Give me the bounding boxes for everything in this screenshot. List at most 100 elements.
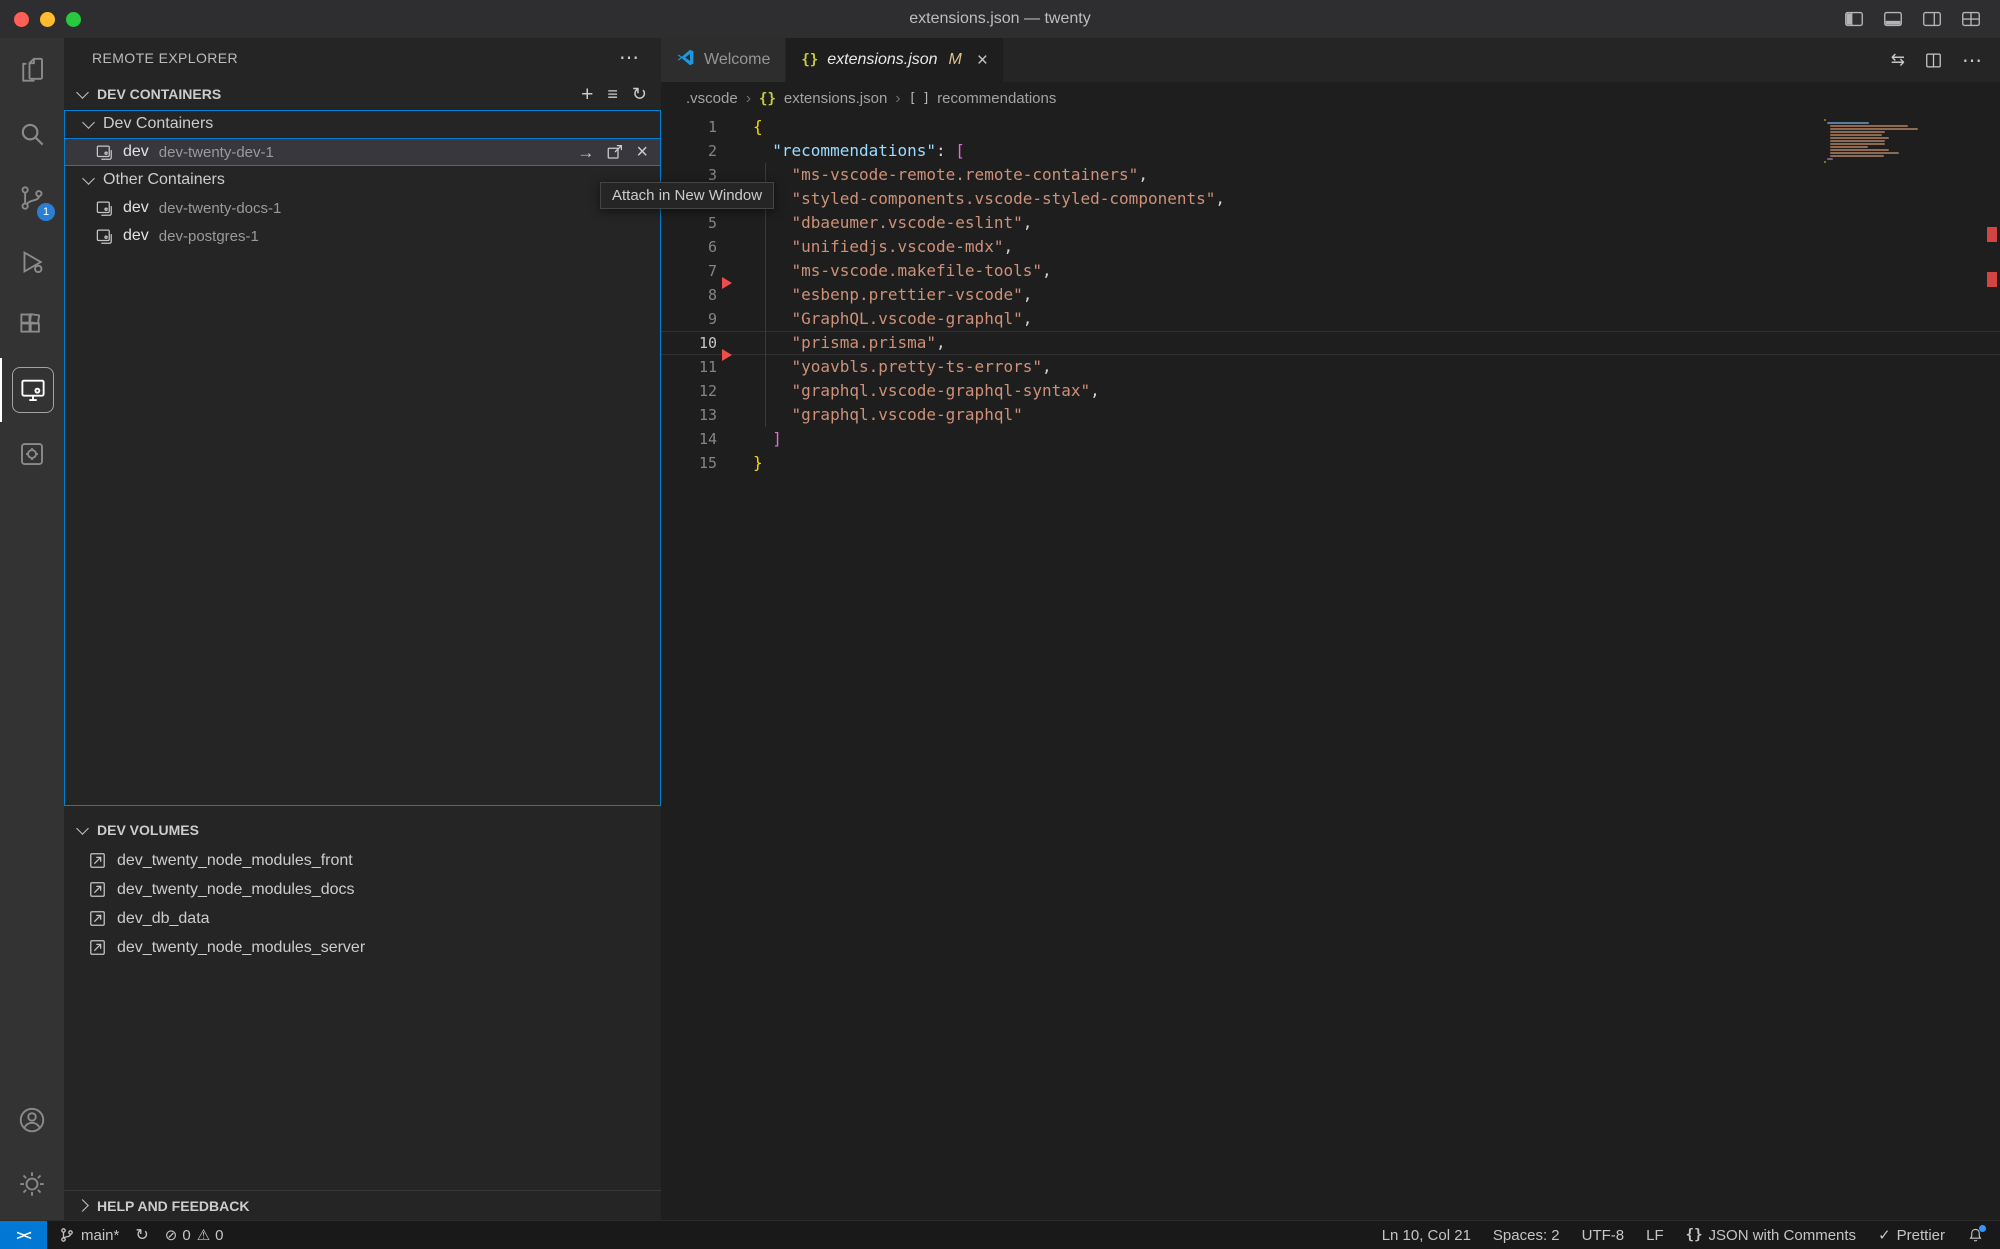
breadcrumb-symbol[interactable]: recommendations <box>937 90 1056 107</box>
minimap-line <box>1830 143 1885 145</box>
code-line[interactable]: 11 "yoavbls.pretty-ts-errors", <box>661 355 2000 379</box>
code-line[interactable]: 7 "ms-vscode.makefile-tools", <box>661 259 2000 283</box>
eol-setting[interactable]: LF <box>1646 1227 1664 1244</box>
settings-gear-icon[interactable] <box>0 1152 64 1216</box>
volume-item[interactable]: dev_twenty_node_modules_server <box>64 933 661 962</box>
search-icon[interactable] <box>0 102 64 166</box>
encoding-setting[interactable]: UTF-8 <box>1582 1227 1625 1244</box>
container-item-dev-twenty-dev-1[interactable]: dev dev-twenty-dev-1 → × <box>64 138 661 166</box>
array-symbol-icon: [ ] <box>909 91 929 106</box>
problems-item[interactable]: ⊘0 ⚠0 <box>165 1226 224 1244</box>
overview-ruler <box>1984 115 2000 1220</box>
cursor-position[interactable]: Ln 10, Col 21 <box>1382 1227 1471 1244</box>
code-line[interactable]: 4 "styled-components.vscode-styled-compo… <box>661 187 2000 211</box>
code-line[interactable]: 15} <box>661 451 2000 475</box>
code-line[interactable]: 8 "esbenp.prettier-vscode", <box>661 283 2000 307</box>
tab-extensions-json[interactable]: {} extensions.json M × <box>786 38 1004 82</box>
line-content: "recommendations": [ <box>717 139 965 163</box>
minimap-line <box>1830 128 1918 130</box>
open-changes-icon[interactable]: ⇆ <box>1891 50 1905 70</box>
remote-explorer-icon[interactable] <box>0 358 64 422</box>
filter-icon[interactable]: ≡ <box>607 85 618 103</box>
code-line[interactable]: 6 "unifiedjs.vscode-mdx", <box>661 235 2000 259</box>
code-line[interactable]: 3 "ms-vscode-remote.remote-containers", <box>661 163 2000 187</box>
tree-group-dev-containers[interactable]: Dev Containers <box>64 110 661 138</box>
breadcrumb-file[interactable]: extensions.json <box>784 90 887 107</box>
attach-new-window-button[interactable] <box>606 143 624 161</box>
line-content: { <box>717 115 763 139</box>
dev-volumes-section-header[interactable]: DEV VOLUMES <box>64 814 661 846</box>
container-item-dev-twenty-docs-1[interactable]: dev dev-twenty-docs-1 <box>64 194 661 222</box>
split-editor-icon[interactable] <box>1924 51 1943 70</box>
code-line[interactable]: 10 "prisma.prisma", <box>661 331 2000 355</box>
indentation-setting[interactable]: Spaces: 2 <box>1493 1227 1560 1244</box>
line-number: 12 <box>661 379 717 403</box>
stop-container-button[interactable]: × <box>636 142 648 162</box>
code-line[interactable]: 13 "graphql.vscode-graphql" <box>661 403 2000 427</box>
refresh-button[interactable]: ↻ <box>632 85 647 103</box>
line-number: 7 <box>661 259 717 283</box>
toggle-primary-sidebar-icon[interactable] <box>1843 8 1865 30</box>
breadcrumb-folder[interactable]: .vscode <box>686 90 738 107</box>
code-line[interactable]: 2 "recommendations": [ <box>661 139 2000 163</box>
volume-item[interactable]: dev_twenty_node_modules_docs <box>64 875 661 904</box>
notifications-bell-icon[interactable] <box>1967 1227 1984 1244</box>
container-description: dev-postgres-1 <box>159 228 259 245</box>
help-and-feedback-section-header[interactable]: HELP AND FEEDBACK <box>64 1190 661 1220</box>
customize-layout-icon[interactable] <box>1960 8 1982 30</box>
line-content: ] <box>717 427 782 451</box>
ruler-marker <box>1987 272 1997 287</box>
code-line[interactable]: 1{ <box>661 115 2000 139</box>
breadcrumb-separator: › <box>895 90 900 108</box>
attach-shell-button[interactable]: → <box>577 144 594 161</box>
minimap-line <box>1830 140 1885 142</box>
more-actions-icon[interactable]: ⋯ <box>1962 48 1982 73</box>
window-title: extensions.json — twenty <box>0 10 2000 28</box>
gutter-marker-icon <box>722 349 732 361</box>
code-line[interactable]: 14 ] <box>661 427 2000 451</box>
dev-container-icon <box>94 226 114 246</box>
code-line[interactable]: 9 "GraphQL.vscode-graphql", <box>661 307 2000 331</box>
toggle-secondary-sidebar-icon[interactable] <box>1921 8 1943 30</box>
line-number: 6 <box>661 235 717 259</box>
container-item-dev-postgres-1[interactable]: dev dev-postgres-1 <box>64 222 661 250</box>
line-content: "yoavbls.pretty-ts-errors", <box>717 355 1052 379</box>
code-line[interactable]: 12 "graphql.vscode-graphql-syntax", <box>661 379 2000 403</box>
minimize-window-button[interactable] <box>40 12 55 27</box>
explorer-icon[interactable] <box>0 38 64 102</box>
minimap[interactable] <box>1824 119 1982 164</box>
toggle-panel-icon[interactable] <box>1882 8 1904 30</box>
git-branch-item[interactable]: main* <box>59 1227 119 1244</box>
volume-item[interactable]: dev_db_data <box>64 904 661 933</box>
code-line[interactable]: 5 "dbaeumer.vscode-eslint", <box>661 211 2000 235</box>
code-editor[interactable]: 1{2 "recommendations": [3 "ms-vscode-rem… <box>661 115 2000 1220</box>
volume-icon <box>88 909 107 928</box>
accounts-icon[interactable] <box>0 1088 64 1152</box>
volume-item[interactable]: dev_twenty_node_modules_front <box>64 846 661 875</box>
tab-welcome[interactable]: Welcome <box>661 38 786 82</box>
remote-indicator[interactable]: >< <box>0 1221 47 1249</box>
formatter-status[interactable]: ✓ Prettier <box>1878 1226 1945 1244</box>
volume-label: dev_twenty_node_modules_server <box>117 939 365 957</box>
language-mode[interactable]: {} JSON with Comments <box>1686 1227 1856 1244</box>
error-count: 0 <box>182 1227 190 1244</box>
container-description: dev-twenty-docs-1 <box>159 200 282 217</box>
add-container-button[interactable]: + <box>581 84 593 105</box>
more-actions-icon[interactable]: ⋯ <box>619 48 639 68</box>
sync-changes-icon[interactable]: ↻ <box>135 1225 148 1245</box>
help-section-label: HELP AND FEEDBACK <box>97 1198 249 1214</box>
volume-icon <box>88 851 107 870</box>
tree-group-other-containers[interactable]: Other Containers <box>64 166 661 194</box>
extensions-icon[interactable] <box>0 294 64 358</box>
containers-icon[interactable] <box>0 422 64 486</box>
tree-group-label: Dev Containers <box>103 115 213 133</box>
source-control-icon[interactable]: 1 <box>0 166 64 230</box>
run-debug-icon[interactable] <box>0 230 64 294</box>
dev-containers-section-header[interactable]: DEV CONTAINERS + ≡ ↻ <box>64 78 661 110</box>
line-number: 11 <box>661 355 717 379</box>
error-icon: ⊘ <box>165 1226 178 1244</box>
close-tab-icon[interactable]: × <box>977 51 988 70</box>
close-window-button[interactable] <box>14 12 29 27</box>
zoom-window-button[interactable] <box>66 12 81 27</box>
activity-bar: 1 <box>0 38 64 1220</box>
